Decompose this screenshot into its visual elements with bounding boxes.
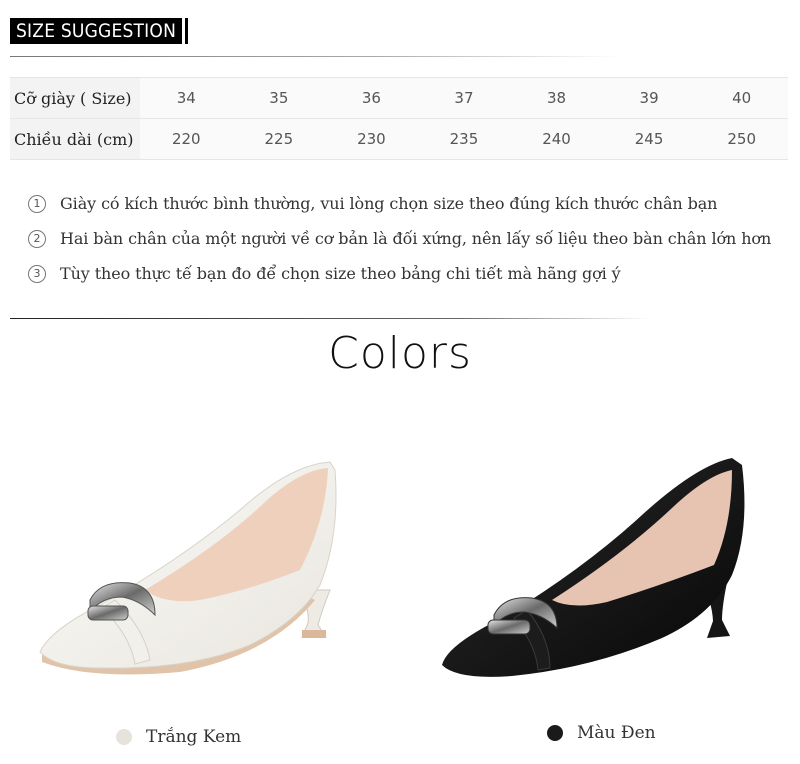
table-cell: 38 bbox=[510, 77, 603, 119]
color-label: Trắng Kem bbox=[146, 727, 242, 747]
note-item: 2 Hai bàn chân của một người về cơ bản l… bbox=[28, 221, 771, 256]
note-text: Giày có kích thước bình thường, vui lòng… bbox=[60, 194, 718, 213]
table-cell: 250 bbox=[695, 118, 788, 160]
note-item: 3 Tùy theo thực tế bạn đo để chọn size t… bbox=[28, 256, 771, 291]
circled-number-icon: 1 bbox=[28, 194, 46, 213]
table-cell: 36 bbox=[325, 77, 418, 119]
circled-number-icon: 2 bbox=[28, 229, 46, 248]
color-label: Màu Đen bbox=[577, 723, 656, 743]
cream-swatch-icon bbox=[116, 729, 132, 745]
table-cell: 245 bbox=[602, 118, 696, 160]
table-cell: 34 bbox=[140, 77, 233, 119]
table-row: Chiều dài (cm) 220 225 230 235 240 245 2… bbox=[10, 118, 788, 160]
title-accent-bar bbox=[185, 18, 189, 44]
size-suggestion-header: SIZE SUGGESTION bbox=[10, 18, 189, 44]
table-cell: 39 bbox=[602, 77, 696, 119]
black-swatch-icon bbox=[547, 725, 563, 741]
color-option-black[interactable]: Màu Đen bbox=[547, 723, 656, 743]
table-cell: 235 bbox=[417, 118, 511, 160]
note-text: Tùy theo thực tế bạn đo để chọn size the… bbox=[60, 264, 621, 283]
colors-title: Colors bbox=[328, 328, 472, 379]
row-label: Cỡ giày ( Size) bbox=[10, 77, 140, 119]
table-cell: 40 bbox=[695, 77, 788, 119]
table-cell: 220 bbox=[140, 118, 233, 160]
section-divider bbox=[10, 318, 650, 319]
circled-number-icon: 3 bbox=[28, 264, 46, 283]
cream-pump-shoe-image[interactable] bbox=[30, 440, 390, 700]
table-row: Cỡ giày ( Size) 34 35 36 37 38 39 40 bbox=[10, 77, 788, 119]
table-cell: 230 bbox=[325, 118, 418, 160]
note-text: Hai bàn chân của một người về cơ bản là … bbox=[60, 229, 772, 248]
black-pump-shoe-image[interactable] bbox=[432, 440, 772, 700]
table-cell: 37 bbox=[417, 77, 511, 119]
size-notes: 1 Giày có kích thước bình thường, vui lò… bbox=[28, 186, 771, 291]
table-cell: 35 bbox=[232, 77, 326, 119]
table-cell: 240 bbox=[510, 118, 603, 160]
table-cell: 225 bbox=[232, 118, 326, 160]
note-item: 1 Giày có kích thước bình thường, vui lò… bbox=[28, 186, 771, 221]
row-label: Chiều dài (cm) bbox=[10, 118, 140, 160]
color-option-cream[interactable]: Trắng Kem bbox=[116, 727, 241, 747]
header-divider bbox=[10, 56, 620, 57]
size-table: Cỡ giày ( Size) 34 35 36 37 38 39 40 Chi… bbox=[10, 77, 788, 160]
size-suggestion-title: SIZE SUGGESTION bbox=[10, 18, 183, 44]
